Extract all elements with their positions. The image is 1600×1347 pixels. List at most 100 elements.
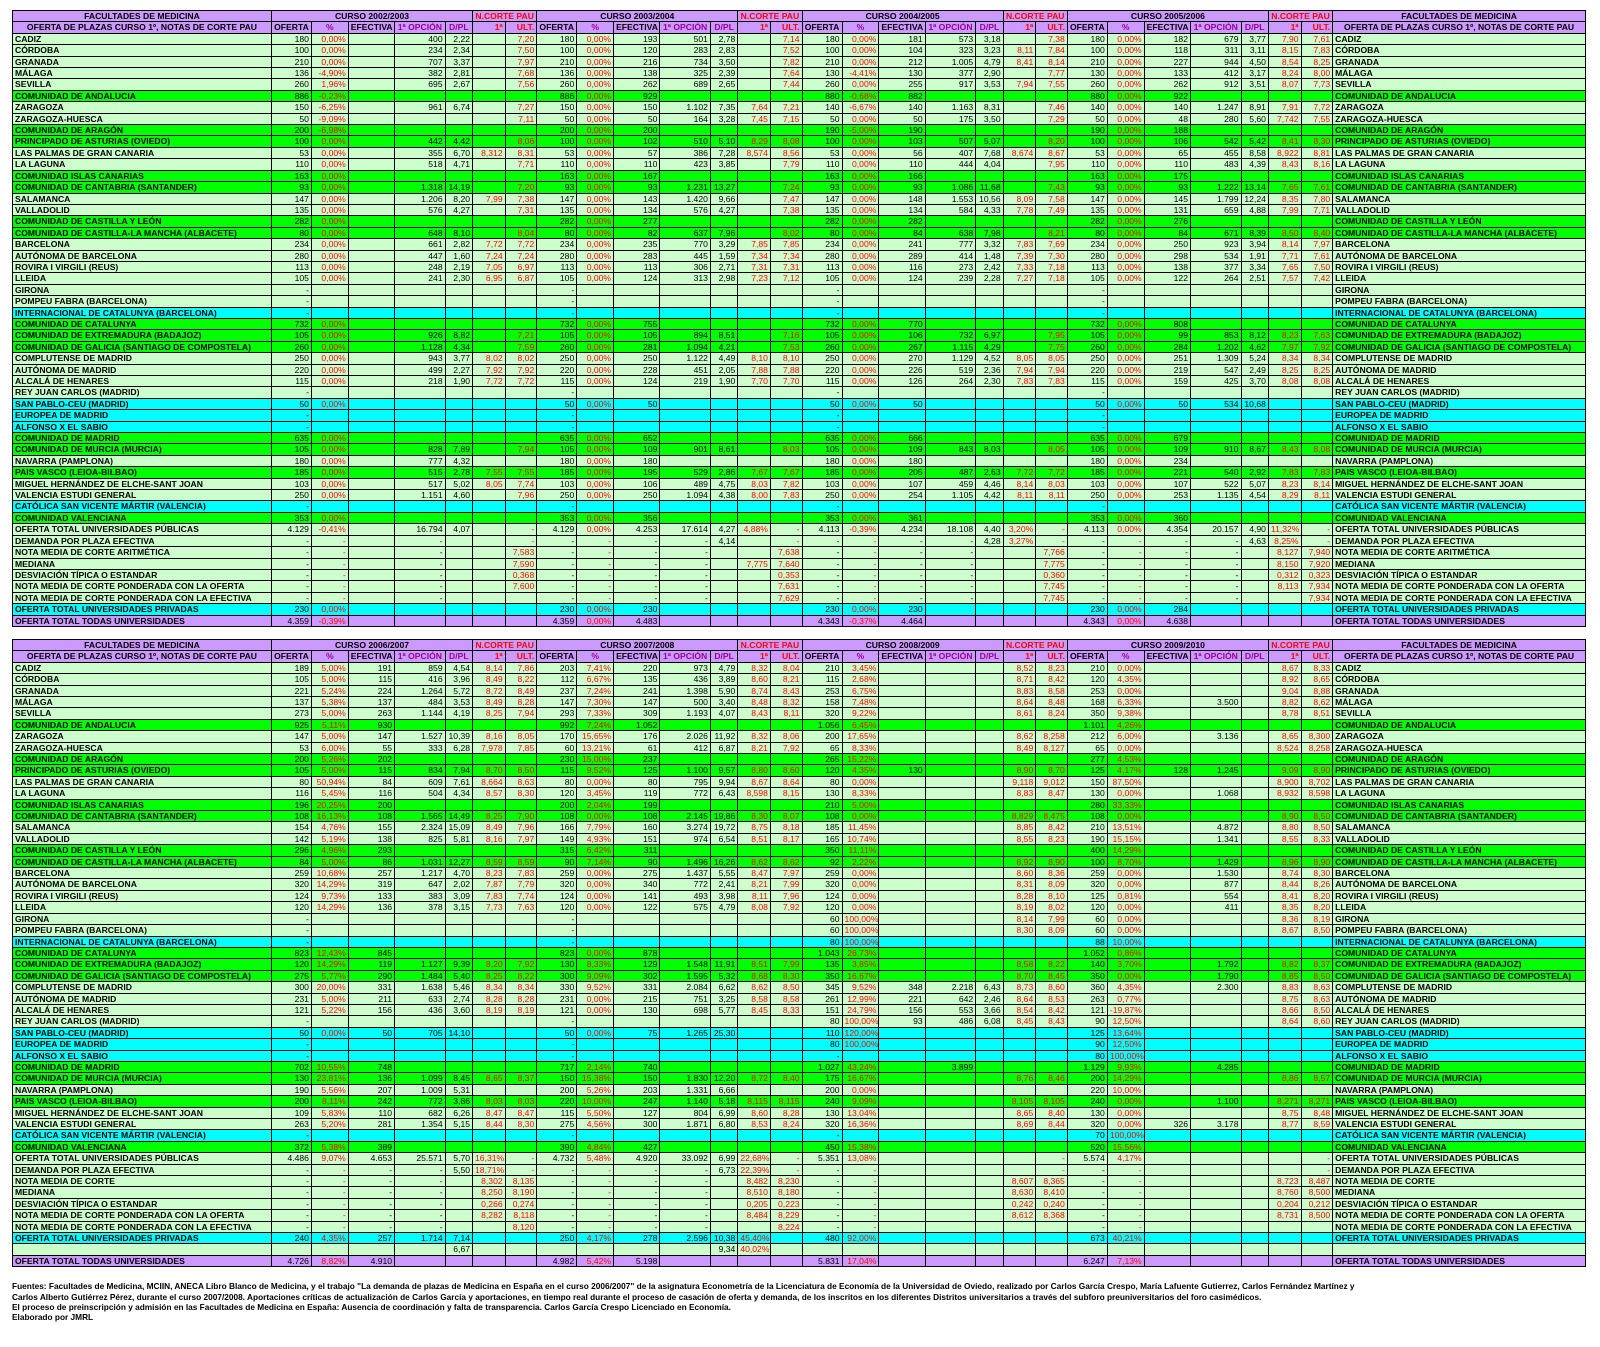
row-label: CATÓLICA SAN VICENTE MÁRTIR (VALENCIA)	[12, 500, 272, 513]
table-cell: 0,00%	[841, 55, 880, 69]
table-cell: 0,77%	[1106, 992, 1145, 1005]
table-cell: 8,45	[444, 1072, 474, 1085]
table-cell	[347, 215, 396, 228]
table-cell	[1143, 283, 1191, 297]
table-cell	[1267, 215, 1302, 228]
table-cell: -	[270, 500, 312, 513]
table-cell: -	[1066, 1209, 1108, 1222]
table-cell: 260	[536, 340, 578, 354]
table-cell: 0,00%	[1106, 614, 1145, 627]
table-cell	[504, 946, 538, 960]
table-cell: 226	[878, 363, 926, 377]
table-cell	[347, 44, 396, 57]
table-cell: 151	[613, 832, 661, 846]
table-cell: 7,72	[1035, 466, 1068, 479]
table-cell	[472, 534, 506, 548]
table-cell: -	[1066, 591, 1108, 605]
table-cell: 7,94	[504, 443, 538, 456]
table-cell	[924, 420, 977, 434]
table-cell	[975, 855, 1004, 869]
table-cell	[1035, 386, 1068, 399]
table-cell: 176	[613, 730, 661, 743]
row-label-right: LLEIDA	[1332, 901, 1586, 914]
table-cell: 0,00%	[841, 901, 880, 914]
table-cell: 0,00%	[841, 432, 880, 445]
table-cell: 140	[1143, 101, 1191, 114]
table-cell: 109	[1143, 443, 1191, 456]
table-cell	[975, 1243, 1004, 1256]
table-cell	[924, 409, 977, 422]
table-cell: 8,03	[769, 443, 803, 456]
table-cell	[975, 661, 1004, 675]
table-cell	[1035, 1254, 1068, 1268]
table-cell: 5,07	[975, 135, 1004, 148]
row-label: VALENCIA ESTUDI GENERAL	[12, 489, 272, 502]
table-cell: 234	[394, 44, 446, 57]
table-cell: 518	[394, 158, 446, 171]
table-cell: 8,48	[1300, 1106, 1334, 1120]
table-cell	[1189, 306, 1242, 319]
table-cell: 7,64	[737, 101, 771, 114]
table-cell	[1300, 169, 1334, 183]
table-cell: 8,61	[1002, 707, 1037, 720]
row-label: GRANADA	[12, 55, 272, 69]
table-cell	[1002, 283, 1037, 297]
table-cell: -	[504, 534, 538, 548]
table-cell: 7,83	[1002, 374, 1037, 388]
table-cell	[444, 1140, 474, 1154]
table-cell	[504, 912, 538, 926]
table-cell: 230	[270, 603, 312, 616]
table-cell: 8,92	[1002, 855, 1037, 869]
table-cell: 2,39	[709, 67, 739, 80]
table-cell: 0,323	[1300, 568, 1334, 582]
table-cell: 185	[801, 821, 843, 834]
table-cell: 3,70%	[1106, 958, 1145, 971]
table-cell: 4,42	[975, 489, 1004, 502]
table-cell: 8,64	[1267, 1015, 1302, 1028]
table-cell	[504, 935, 538, 948]
table-cell: 4.464	[878, 614, 926, 627]
table-cell	[1002, 935, 1037, 948]
row-label: OFERTA TOTAL TODAS UNIVERSIDADES	[12, 614, 272, 627]
table-cell	[347, 55, 396, 69]
table-cell: 61	[613, 741, 661, 755]
table-cell: 240	[801, 1095, 843, 1108]
row-label-right: MIGUEL HERNÁNDEZ DE ELCHE-SANT JOAN	[1332, 477, 1586, 491]
table-cell: 8,829	[1002, 810, 1037, 823]
table-cell: 230	[613, 603, 661, 616]
table-row: 6,67 9,34 40,02%	[12, 1243, 1586, 1256]
table-cell: 189	[270, 661, 312, 675]
table-row: NOTA MEDIA DE CORTE PONDERADA CON LA EFE…	[12, 591, 1586, 605]
table-cell: 0,00%	[1106, 272, 1145, 285]
table-cell: 216	[613, 55, 661, 69]
table-cell: -	[924, 568, 977, 582]
table-cell	[1143, 889, 1191, 903]
table-cell	[1002, 329, 1037, 342]
table-cell: 0,00%	[310, 55, 349, 69]
table-cell: 65	[801, 741, 843, 755]
table-cell: -	[1066, 580, 1108, 593]
table-cell: 262	[613, 78, 661, 91]
table-cell: 355	[394, 146, 446, 160]
row-label: COMUNIDAD VALENCIANA	[12, 1140, 272, 1154]
table-cell: 0,00%	[576, 477, 615, 491]
table-cell	[1002, 1152, 1037, 1165]
table-cell	[1189, 775, 1242, 789]
table-cell: 113	[801, 260, 843, 274]
table-cell: 8,29	[1267, 489, 1302, 502]
table-cell: 5,00%	[841, 798, 880, 812]
table-cell	[975, 317, 1004, 331]
table-cell	[1189, 946, 1242, 960]
table-cell	[924, 124, 977, 137]
column-header: 1ª	[472, 21, 506, 34]
table-cell: 8,75	[1267, 1106, 1302, 1120]
table-cell	[1240, 306, 1269, 319]
table-cell: 220	[536, 1095, 578, 1108]
table-cell: 575	[659, 901, 711, 914]
table-cell	[975, 568, 1004, 582]
table-cell: 8,37	[1300, 958, 1334, 971]
table-cell	[1143, 707, 1191, 720]
table-cell: 0,205	[737, 1197, 771, 1211]
table-cell: 8,03	[1035, 477, 1068, 491]
table-cell	[347, 295, 396, 308]
